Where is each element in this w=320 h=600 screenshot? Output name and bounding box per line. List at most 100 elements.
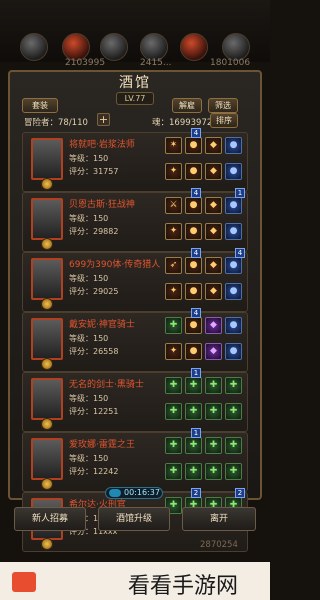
equipment-slot[interactable]: ✚ [185, 463, 202, 480]
timer-text: 00:16:37 [124, 488, 160, 497]
equipment-slot[interactable]: ✚ [205, 377, 222, 394]
count-badge: 2 [235, 488, 245, 498]
equipment-slot[interactable]: ● [185, 257, 202, 274]
equipment-slot[interactable]: ✚ [225, 437, 242, 454]
filter-button[interactable]: 筛选 [208, 98, 238, 113]
sort-button[interactable]: 排序 [210, 113, 238, 128]
add-adventurer-button[interactable]: + [97, 113, 110, 126]
equipment-slot[interactable]: ✦ [165, 343, 182, 360]
equipment-slot[interactable]: ✚ [185, 437, 202, 454]
equipment-slot[interactable]: ● [225, 223, 242, 240]
hero-card[interactable]: 爱玫娜·雷霆之王 等级：150 评分：12242 ✚ ✚ ✚ ✚ ✚ ✚ ✚ ✚ 1 [22, 428, 248, 492]
currency-orb-icon[interactable] [180, 33, 208, 61]
leave-button[interactable]: 离开 [182, 507, 256, 531]
hero-card[interactable]: 无名的剑士·黑骑士 等级：150 评分：12251 ✚ ✚ ✚ ✚ ✚ ✚ ✚ ✚ 1 [22, 368, 248, 432]
equipment-slot[interactable]: ● [185, 137, 202, 154]
hero-portrait[interactable] [31, 138, 63, 180]
equipment-slot[interactable]: ✶ [165, 137, 182, 154]
hero-card[interactable]: 戴安妮·神官骑士 等级：150 评分：26558 ✚ ● ◆ ● ✦ ● ◆ ● 4 [22, 308, 248, 372]
equipment-slot[interactable]: ➶ [165, 257, 182, 274]
timer: 00:16:37 [105, 487, 163, 499]
equipment-slot[interactable]: ✚ [165, 403, 182, 420]
hero-name: 699为390体·传奇猎人 [69, 260, 161, 270]
equipment-slot[interactable]: ✚ [185, 403, 202, 420]
equipment-slot[interactable]: ● [185, 223, 202, 240]
equipment-slot[interactable]: ✚ [165, 377, 182, 394]
equipment-slot[interactable]: ◆ [205, 223, 222, 240]
hero-score: 评分：29025 [69, 287, 119, 296]
count-badge: 4 [191, 128, 201, 138]
star-icon [41, 478, 53, 490]
watermark-text: 看看手游网 [128, 574, 239, 599]
equipment-slot[interactable]: ◆ [205, 197, 222, 214]
equipment-slot[interactable]: ● [185, 163, 202, 180]
hero-name: 贝恩古斯·狂战神 [69, 200, 135, 210]
equipment-slot[interactable]: ● [185, 343, 202, 360]
equipment-slot[interactable]: ● [225, 137, 242, 154]
equipment-slot[interactable]: ◆ [205, 137, 222, 154]
star-icon [41, 418, 53, 430]
currency-value: 1801006 [210, 58, 251, 68]
equipment-slot[interactable]: ✚ [225, 377, 242, 394]
hero-card[interactable]: 将就吧·岩浆法师 等级：150 评分：31757 ✶ ● ◆ ● ✦ ● ◆ ● 4 [22, 128, 248, 192]
panel-title: 酒馆 [119, 75, 151, 91]
equipment-slot[interactable]: ✦ [165, 163, 182, 180]
level-badge: LV.77 [116, 92, 154, 105]
equipment-slot[interactable]: ⚔ [165, 197, 182, 214]
equipment-slot[interactable]: ✚ [185, 377, 202, 394]
hero-name: 将就吧·岩浆法师 [69, 140, 135, 150]
equipment-slot[interactable]: ◆ [205, 257, 222, 274]
count-badge: 1 [191, 368, 201, 378]
upgrade-button[interactable]: 酒馆升级 [98, 507, 170, 531]
star-icon [41, 358, 53, 370]
equipment-slot[interactable]: ◆ [205, 343, 222, 360]
hero-name: 爱玫娜·雷霆之王 [69, 440, 135, 450]
hero-card[interactable]: 699为390体·传奇猎人 等级：150 评分：29025 ➶ ● ◆ ● ✦ ● ◆ ● 4 4 [22, 248, 248, 312]
equipment-slot[interactable]: ● [225, 257, 242, 274]
equipment-slot[interactable]: ● [225, 163, 242, 180]
recruit-button[interactable]: 新人招募 [14, 507, 86, 531]
equipment-slot[interactable]: ✚ [205, 463, 222, 480]
hero-level: 等级：150 [69, 154, 109, 163]
equipment-slot[interactable]: ◆ [205, 163, 222, 180]
hourglass-icon [109, 489, 121, 497]
equipment-slot[interactable]: ◆ [205, 283, 222, 300]
hero-level: 等级：150 [69, 454, 109, 463]
equipment-slot[interactable]: ● [185, 283, 202, 300]
equipment-slot[interactable]: ✚ [165, 317, 182, 334]
equipment-slot[interactable]: ✚ [205, 437, 222, 454]
currency-orb-icon[interactable] [20, 33, 48, 61]
hero-name: 戴安妮·神官骑士 [69, 320, 135, 330]
hero-card[interactable]: 贝恩古斯·狂战神 等级：150 评分：29882 ⚔ ● ◆ ● ✦ ● ◆ ● 4 1 [22, 188, 248, 252]
currency-orb-icon[interactable] [100, 33, 128, 61]
count-badge: 2 [191, 488, 201, 498]
equipment-slot[interactable]: ✦ [165, 223, 182, 240]
currency-orb-icon[interactable] [140, 33, 168, 61]
equipment-slot[interactable]: ✦ [165, 283, 182, 300]
equipment-slot[interactable]: ✚ [225, 463, 242, 480]
currency-orb-icon[interactable] [222, 33, 250, 61]
equipment-slot[interactable]: ● [185, 197, 202, 214]
equipment-slot[interactable]: ✚ [205, 403, 222, 420]
equipment-slot[interactable]: ● [225, 343, 242, 360]
equipment-slot[interactable]: ● [185, 317, 202, 334]
adventurer-count: 冒险者：78/110 [24, 118, 88, 128]
hero-portrait[interactable] [31, 198, 63, 240]
equipment-slot[interactable]: ● [225, 283, 242, 300]
equipment-slot[interactable]: ● [225, 317, 242, 334]
equipment-slot[interactable]: ✚ [165, 463, 182, 480]
equipment-slot[interactable]: ✚ [225, 403, 242, 420]
equipment-slot[interactable]: ◆ [205, 317, 222, 334]
hero-level: 等级：150 [69, 334, 109, 343]
set-button[interactable]: 套装 [22, 98, 58, 113]
equipment-slot[interactable]: ● [225, 197, 242, 214]
equipment-slot[interactable]: ✚ [165, 437, 182, 454]
currency-value: 2415... [140, 58, 172, 68]
currency-orb-icon[interactable] [62, 33, 90, 61]
hero-portrait[interactable] [31, 438, 63, 480]
hero-portrait[interactable] [31, 258, 63, 300]
hero-portrait[interactable] [31, 318, 63, 360]
dismiss-button[interactable]: 解雇 [172, 98, 202, 113]
star-icon [41, 538, 53, 550]
hero-portrait[interactable] [31, 378, 63, 420]
